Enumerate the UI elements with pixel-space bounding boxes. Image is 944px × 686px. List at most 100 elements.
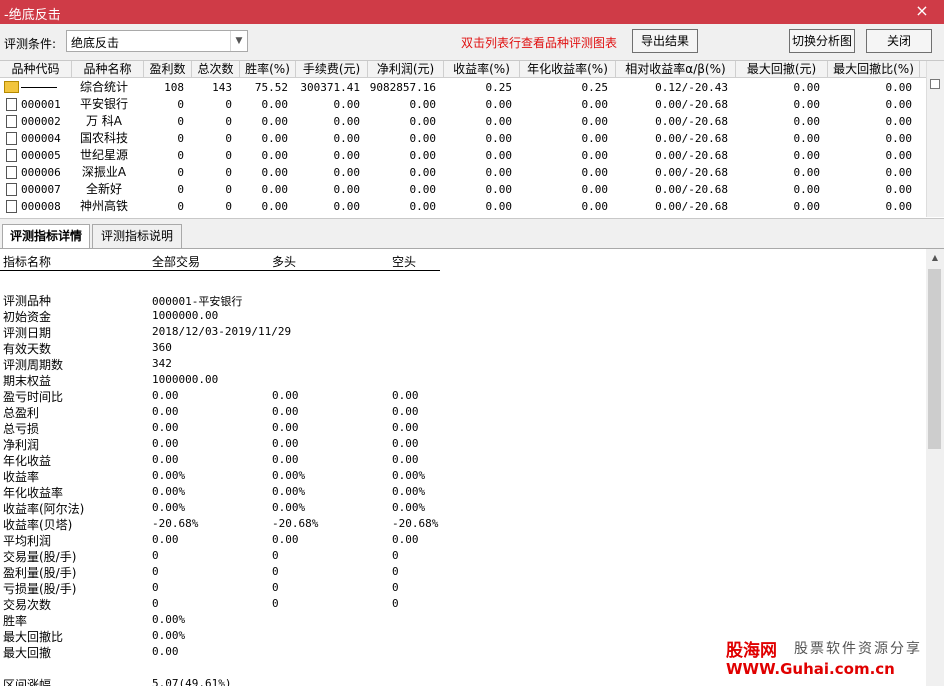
detail-value-short: 0: [392, 565, 399, 578]
cell-col-fee: 300371.41: [300, 81, 360, 94]
table-row[interactable]: 000007 全新好 0 0 0.00 0.00 0.00 0.00 0.00 0.00/-20.…: [0, 181, 926, 198]
detail-value-long: 0.00%: [272, 469, 306, 482]
detail-value-short: 0.00%: [392, 501, 426, 514]
detail-value-all: 1000000.00: [152, 309, 219, 322]
tab-metric-explanation[interactable]: 评测指标说明: [92, 224, 182, 248]
cell-col-fee: 0.00: [333, 166, 361, 179]
detail-value-long: 0.00: [272, 405, 299, 418]
cell-col-fee: 0.00: [333, 200, 361, 213]
table-row[interactable]: 000005 世纪星源 0 0 0.00 0.00 0.00 0.00 0.00 0.00/-20…: [0, 147, 926, 164]
cell-col-drawdown-ratio: 0.00: [885, 149, 913, 162]
table-row-summary[interactable]: 综合统计 108 143 75.52 300371.41 9082857.16 0.25 0.…: [0, 79, 926, 96]
document-icon: [6, 166, 17, 179]
cell-col-code: 000002: [21, 115, 61, 128]
tab-strip: 评测指标详情 评测指标说明: [0, 218, 944, 249]
watermark-logo: 股海网: [726, 641, 777, 661]
window-title: -绝底反击: [4, 8, 61, 23]
details-header-short: 空头: [392, 255, 417, 269]
cell-col-win: 0: [177, 115, 184, 128]
table-row[interactable]: 000001 平安银行 0 0 0.00 0.00 0.00 0.00 0.00 0.00/-20…: [0, 96, 926, 113]
document-icon: [6, 200, 17, 213]
details-header-metric: 指标名称: [3, 255, 52, 269]
cell-col-relative: 0.00/-20.68: [655, 200, 728, 213]
window-close-icon[interactable]: ×: [900, 0, 944, 24]
detail-value-long: 0: [272, 565, 279, 578]
header-col-drawdown[interactable]: 最大回撤(元): [736, 61, 828, 78]
scrollbar-thumb[interactable]: [930, 79, 940, 89]
detail-row: [0, 275, 900, 291]
cell-col-drawdown: 0.00: [793, 166, 821, 179]
header-col-total[interactable]: 总次数: [192, 61, 240, 78]
cell-col-return: 0.00: [485, 149, 513, 162]
detail-value-long: -20.68%: [272, 517, 319, 530]
header-col-annual[interactable]: 年化收益率(%): [520, 61, 616, 78]
detail-row: 收益率 0.00% 0.00% 0.00%: [0, 467, 900, 484]
header-col-fee[interactable]: 手续费(元): [296, 61, 368, 78]
cell-col-win: 0: [177, 200, 184, 213]
close-button[interactable]: 关闭: [866, 29, 932, 53]
condition-select[interactable]: 绝底反击 ▼: [66, 30, 248, 52]
detail-row: 收益率(贝塔) -20.68% -20.68% -20.68%: [0, 515, 900, 532]
table-row[interactable]: 000002 万 科A 0 0 0.00 0.00 0.00 0.00 0.00 0.00/-20…: [0, 113, 926, 130]
cell-col-annual: 0.00: [581, 149, 609, 162]
switch-chart-button[interactable]: 切换分析图: [789, 29, 855, 53]
table-row[interactable]: 000006 深振业A 0 0 0.00 0.00 0.00 0.00 0.00 0.00/-20…: [0, 164, 926, 181]
detail-value-short: 0.00: [392, 405, 419, 418]
cell-col-name: 平安银行: [79, 97, 128, 111]
chevron-down-icon[interactable]: ▼: [230, 31, 247, 51]
table-header: 品种代码 品种名称 盈利数 总次数 胜率(%) 手续费(元) 净利润(元) 收益率(%) 年化收…: [0, 61, 926, 78]
tab-metric-details[interactable]: 评测指标详情: [2, 224, 90, 249]
scroll-up-icon[interactable]: ▲: [926, 249, 944, 267]
details-scrollbar[interactable]: ▲: [926, 249, 944, 686]
header-col-drawdown-ratio[interactable]: 最大回撤比(%): [828, 61, 920, 78]
table-scrollbar[interactable]: [926, 61, 944, 217]
document-icon: [6, 115, 17, 128]
cell-col-fee: 0.00: [333, 115, 361, 128]
header-col-code[interactable]: 品种代码: [0, 61, 72, 78]
cell-col-code: 000001: [21, 98, 61, 111]
detail-row: 胜率 0.00%: [0, 611, 900, 628]
title-bar: -绝底反击 ×: [0, 0, 944, 24]
table-row[interactable]: 000004 国农科技 0 0 0.00 0.00 0.00 0.00 0.00 0.00/-20…: [0, 130, 926, 147]
document-icon: [6, 98, 17, 111]
detail-row: 期末权益 1000000.00: [0, 371, 900, 388]
detail-row: 年化收益率 0.00% 0.00% 0.00%: [0, 483, 900, 500]
detail-row: 盈亏时间比 0.00 0.00 0.00: [0, 387, 900, 404]
table-row[interactable]: 000008 神州高铁 0 0 0.00 0.00 0.00 0.00 0.00 0.00/-20…: [0, 198, 926, 215]
cell-col-rate: 0.00: [261, 132, 289, 145]
cell-col-rate: 0.00: [261, 166, 289, 179]
detail-value-long: 0.00%: [272, 485, 306, 498]
header-col-name[interactable]: 品种名称: [72, 61, 144, 78]
scrollbar-thumb[interactable]: [928, 269, 941, 449]
cell-col-drawdown-ratio: 0.00: [885, 183, 913, 196]
header-col-win[interactable]: 盈利数: [144, 61, 192, 78]
header-col-relative[interactable]: 相对收益率α/β(%): [616, 61, 736, 78]
condition-value: 绝底反击: [71, 36, 120, 50]
header-col-return[interactable]: 收益率(%): [444, 61, 520, 78]
cell-col-annual: 0.00: [581, 98, 609, 111]
cell-col-net: 0.00: [409, 149, 437, 162]
results-table: 品种代码 品种名称 盈利数 总次数 胜率(%) 手续费(元) 净利润(元) 收益率(%) 年化收…: [0, 60, 944, 217]
cell-col-fee: 0.00: [333, 183, 361, 196]
cell-col-annual: 0.00: [581, 115, 609, 128]
cell-col-drawdown: 0.00: [793, 115, 821, 128]
header-col-net[interactable]: 净利润(元): [368, 61, 444, 78]
detail-value-all: 5.07(49.61%): [152, 677, 232, 686]
detail-value-all: 0.00%: [152, 501, 186, 514]
cell-col-drawdown: 0.00: [793, 200, 821, 213]
header-col-rate[interactable]: 胜率(%): [240, 61, 296, 78]
detail-value-all: 0.00%: [152, 469, 186, 482]
detail-value-short: 0: [392, 549, 399, 562]
detail-value-all: 0.00: [152, 645, 179, 658]
detail-value-long: 0: [272, 581, 279, 594]
cell-col-total: 0: [225, 166, 232, 179]
detail-value-short: 0: [392, 581, 399, 594]
watermark-tagline: 股票软件资源分享: [794, 641, 922, 657]
cell-col-return: 0.00: [485, 132, 513, 145]
detail-value-all: 0.00%: [152, 613, 186, 626]
detail-row: 亏损量(股/手) 0 0 0: [0, 579, 900, 596]
detail-value-short: 0.00: [392, 453, 419, 466]
detail-value-short: 0.00: [392, 437, 419, 450]
export-button[interactable]: 导出结果: [632, 29, 698, 53]
cell-col-net: 0.00: [409, 98, 437, 111]
